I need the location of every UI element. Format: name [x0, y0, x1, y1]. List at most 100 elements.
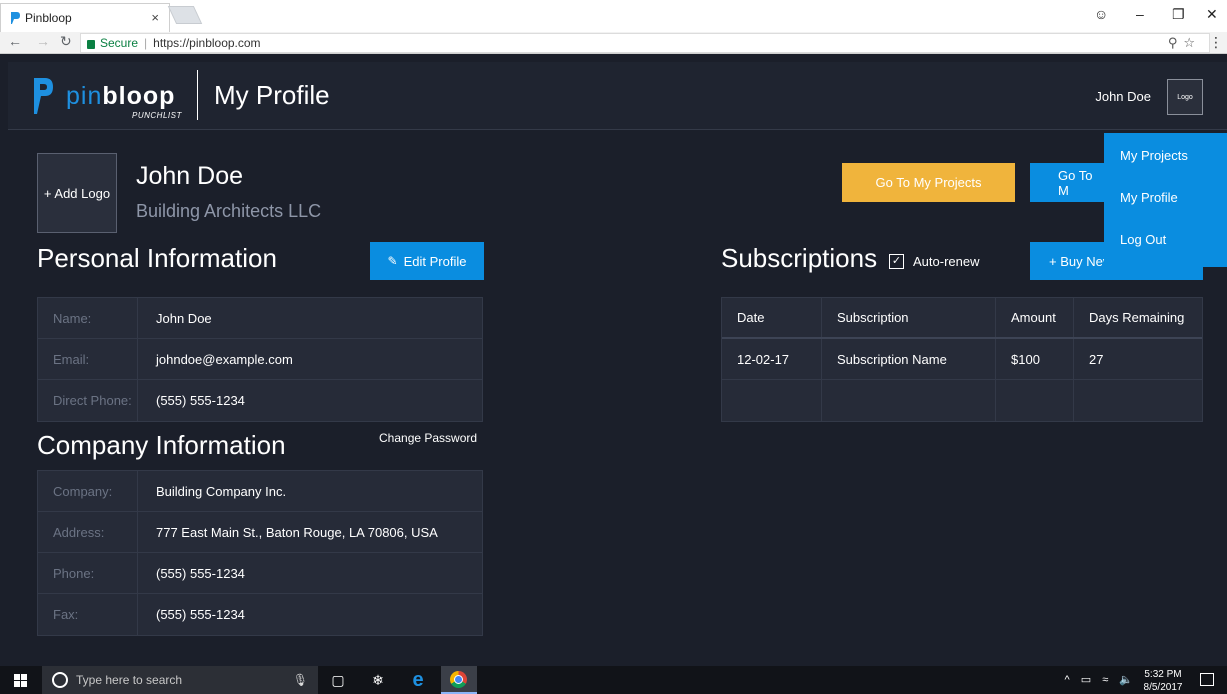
- subscriptions-title: Subscriptions: [721, 243, 878, 273]
- clock-date: 8/5/2017: [1143, 682, 1183, 693]
- page-title: My Profile: [214, 80, 330, 110]
- header-user-name[interactable]: John Doe: [1095, 89, 1151, 104]
- table-row: Email: johndoe@example.com: [38, 339, 482, 380]
- row-value: 777 East Main St., Baton Rouge, LA 70806…: [156, 524, 438, 540]
- table-cell: [1074, 380, 1202, 421]
- table-cell: $100: [996, 339, 1074, 379]
- taskbar-search-input[interactable]: Type here to search 🎙: [42, 666, 318, 694]
- reload-icon[interactable]: ↻: [60, 33, 72, 50]
- row-label: Phone:: [38, 553, 138, 593]
- table-cell: [996, 380, 1074, 421]
- menu-item-my-projects[interactable]: My Projects: [1120, 148, 1188, 163]
- browser-tabstrip: Pinbloop × ☺ – ❐ ✕: [0, 0, 1227, 32]
- personal-info-title: Personal Information: [37, 243, 277, 273]
- edit-profile-label: Edit Profile: [403, 253, 467, 269]
- row-value: Building Company Inc.: [156, 483, 287, 499]
- user-dropdown-menu: My Projects My Profile Log Out: [1104, 133, 1227, 267]
- minimize-icon[interactable]: –: [1136, 6, 1144, 22]
- row-value: (555) 555-1234: [156, 607, 245, 622]
- account-icon[interactable]: ☺: [1094, 6, 1108, 22]
- column-header: Amount: [996, 298, 1074, 337]
- menu-item-log-out[interactable]: Log Out: [1120, 232, 1166, 247]
- taskbar-clock[interactable]: 5:32 PM 8/5/2017: [1140, 668, 1186, 694]
- company-info-title: Company Information: [37, 430, 286, 460]
- table-row: Address: 777 East Main St., Baton Rouge,…: [38, 512, 482, 553]
- forward-icon[interactable]: →: [36, 33, 50, 49]
- app-icon[interactable]: ❄: [369, 671, 387, 689]
- table-row: Company: Building Company Inc.: [38, 471, 482, 512]
- lock-icon: [87, 39, 95, 49]
- row-value: (555) 555-1234: [156, 565, 245, 581]
- go-to-my-projects-button[interactable]: Go To My Projects: [842, 163, 1015, 202]
- chrome-taskbar-button[interactable]: [441, 666, 477, 694]
- auto-renew-toggle[interactable]: ✓ Auto-renew: [889, 254, 979, 269]
- auto-renew-checkbox[interactable]: ✓: [889, 254, 904, 269]
- url-text: https://pinbloop.com: [153, 36, 261, 50]
- table-row: Phone: (555) 555-1234: [38, 553, 482, 594]
- close-window-icon[interactable]: ✕: [1206, 6, 1218, 23]
- column-header: Date: [722, 298, 822, 337]
- company-info-table: Company: Building Company Inc. Address: …: [37, 470, 483, 636]
- add-logo-button[interactable]: + Add Logo: [37, 153, 117, 233]
- table-row: Direct Phone: (555) 555-1234: [38, 380, 482, 421]
- restore-icon[interactable]: ❐: [1172, 6, 1185, 23]
- pencil-icon: ✎: [387, 254, 398, 268]
- auto-renew-label: Auto-renew: [913, 254, 980, 269]
- notification-center-icon[interactable]: [1200, 673, 1214, 686]
- row-label: Direct Phone:: [38, 380, 138, 421]
- table-cell: 12-02-17: [722, 339, 822, 379]
- cortana-icon: [52, 672, 68, 688]
- tab-title: Pinbloop: [25, 11, 72, 25]
- new-tab-button[interactable]: [167, 6, 203, 24]
- windows-start-icon[interactable]: [14, 674, 28, 687]
- pinbloop-logo-icon[interactable]: [32, 76, 54, 116]
- edit-profile-button[interactable]: ✎ Edit Profile: [370, 242, 484, 280]
- table-row: 12-02-17 Subscription Name $100 27: [722, 339, 1202, 380]
- profile-name: John Doe: [136, 162, 244, 190]
- row-value: johndoe@example.com: [156, 351, 293, 367]
- column-header: Days Remaining: [1089, 310, 1185, 325]
- row-label: Email:: [38, 339, 138, 379]
- row-label: Fax:: [38, 594, 138, 635]
- column-header: Subscription: [822, 298, 996, 337]
- search-placeholder: Type here to search: [76, 673, 183, 687]
- row-label: Address:: [38, 512, 138, 552]
- pinbloop-favicon-icon: [11, 12, 20, 24]
- table-header-row: Date Subscription Amount Days Remaining: [722, 298, 1202, 339]
- zoom-and-bookmark-icons[interactable]: ⚲☆: [1168, 35, 1201, 51]
- browser-tab[interactable]: Pinbloop ×: [0, 3, 170, 32]
- edge-icon[interactable]: e: [409, 669, 427, 691]
- app-header: pinbloop PUNCHLIST My Profile John Doe L…: [8, 62, 1227, 130]
- menu-item-my-profile[interactable]: My Profile: [1120, 190, 1178, 205]
- row-label: Company:: [38, 471, 138, 511]
- row-value: (555) 555-1234: [156, 393, 245, 408]
- clock-time: 5:32 PM: [1144, 669, 1182, 680]
- task-view-icon[interactable]: ▢: [329, 671, 347, 689]
- row-label: Name:: [38, 298, 138, 338]
- table-row: Fax: (555) 555-1234: [38, 594, 482, 635]
- secure-label: Secure: [100, 36, 139, 50]
- tab-close-icon[interactable]: ×: [151, 10, 159, 25]
- microphone-icon[interactable]: 🎙: [293, 673, 308, 687]
- browser-menu-icon[interactable]: ⋮: [1209, 34, 1223, 51]
- omnibox-separator: |: [144, 36, 148, 50]
- logo-bloop-text: bloop: [102, 82, 176, 110]
- chrome-icon: [450, 671, 467, 688]
- user-logo-button[interactable]: Logo: [1167, 79, 1203, 115]
- table-cell: [822, 380, 996, 421]
- table-cell: 27: [1089, 351, 1104, 367]
- change-password-link[interactable]: Change Password: [379, 431, 477, 445]
- table-row: [722, 380, 1202, 421]
- profile-company: Building Architects LLC: [136, 201, 322, 221]
- windows-taskbar: Type here to search 🎙 ▢ ❄ e ^ ▭ ≈ 🔈 5:32…: [0, 666, 1227, 694]
- table-cell: Subscription Name: [822, 339, 996, 379]
- logo-subtitle: PUNCHLIST: [132, 111, 182, 120]
- go-to-m-button[interactable]: Go To M: [1030, 163, 1104, 202]
- table-row: Name: John Doe: [38, 298, 482, 339]
- subscriptions-table: Date Subscription Amount Days Remaining …: [721, 297, 1203, 422]
- logo-wordmark: pinbloop: [66, 82, 175, 111]
- system-tray-icons[interactable]: ^ ▭ ≈ 🔈: [1065, 673, 1137, 686]
- url-input[interactable]: Secure | https://pinbloop.com ⚲☆: [80, 33, 1210, 53]
- app-root: pinbloop PUNCHLIST My Profile John Doe L…: [0, 54, 1227, 666]
- back-icon[interactable]: ←: [8, 33, 22, 49]
